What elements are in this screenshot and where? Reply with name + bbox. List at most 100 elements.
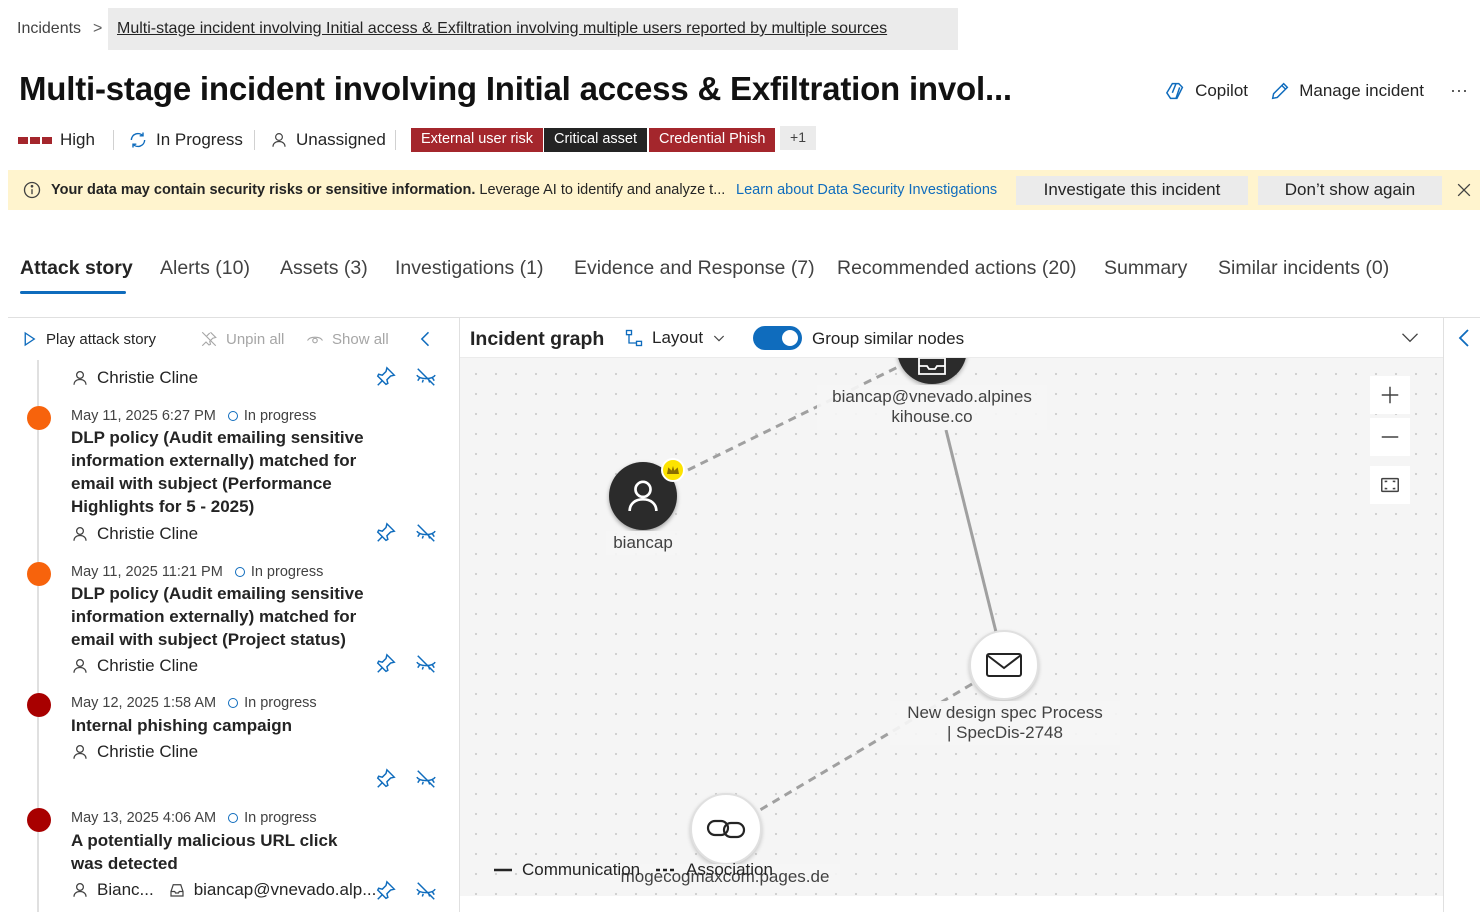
incident-graph[interactable]: Incident graph Layout Group similar node… [460,318,1443,896]
active-tab-indicator [20,291,126,294]
mailbox-node-label: biancap@vnevado.alpines kihouse.co [817,385,1047,430]
alert-timestamp: May 12, 2025 1:58 AM [71,695,217,711]
tab-similar-incidents[interactable]: Similar incidents (0) [1218,257,1389,280]
pencil-icon [1271,82,1289,100]
legend-communication: Communication [494,860,640,880]
hide-icon[interactable] [415,880,437,902]
chevron-down-icon [713,335,725,342]
pin-icon[interactable] [375,880,397,902]
hide-icon[interactable] [415,653,437,675]
layout-label: Layout [652,328,704,347]
tab-alerts[interactable]: Alerts (10) [160,257,250,280]
alert-title[interactable]: DLP policy (Audit emailing sensitive inf… [71,426,371,518]
alert-user: Christie Cline [71,656,198,676]
dont-show-again-button[interactable]: Don’t show again [1258,176,1442,205]
fit-screen-icon [1381,477,1399,493]
severity-dot [27,693,51,717]
hide-icon[interactable] [415,768,437,790]
show-all-label: Show all [332,330,389,348]
pin-icon[interactable] [375,768,397,790]
alert-user-name: Bianc... [97,880,154,899]
assignee-dropdown[interactable]: Unassigned [270,126,386,154]
alert-user: Bianc... biancap@vnevado.alp... [71,880,376,900]
investigate-incident-button[interactable]: Investigate this incident [1016,176,1248,205]
tab-evidence-response[interactable]: Evidence and Response (7) [574,257,815,280]
layout-dropdown[interactable]: Layout [624,328,727,348]
manage-incident-label: Manage incident [1299,81,1424,100]
tab-assets[interactable]: Assets (3) [280,257,368,280]
chevron-down-icon[interactable] [1400,330,1420,346]
details-pane-rail [1443,318,1480,912]
refresh-icon [130,132,146,148]
tab-recommended-actions[interactable]: Recommended actions (20) [837,257,1077,280]
alert-actions [375,366,445,388]
link-icon [706,819,746,839]
collapse-panel-chevron-icon[interactable] [416,329,436,349]
more-tags-badge[interactable]: +1 [780,126,816,150]
alert-meta: May 13, 2025 4:06 AM In progress [71,810,317,826]
alert-status: In progress [244,810,317,826]
tab-summary[interactable]: Summary [1104,257,1187,280]
email-node[interactable] [969,630,1039,700]
in-progress-icon [228,813,239,823]
alert-title[interactable]: Internal phishing campaign [71,714,371,737]
tab-investigations[interactable]: Investigations (1) [395,257,544,280]
banner-body-text: Leverage AI to identify and analyze t... [475,182,726,198]
layout-icon [625,329,643,347]
status-dropdown[interactable]: In Progress [128,126,243,154]
incident-tabs: Attack story Alerts (10) Assets (3) Inve… [0,250,1480,298]
alert-actions [375,653,445,675]
pin-icon[interactable] [375,522,397,544]
group-similar-nodes-toggle[interactable] [753,326,802,350]
mailbox-icon [170,884,184,897]
show-all-button[interactable]: Show all [306,330,389,348]
data-security-banner: Your data may contain security risks or … [8,170,1480,210]
email-node-label-line2: | SpecDis-2748 [947,723,1063,742]
tag-external-user-risk[interactable]: External user risk [411,128,544,152]
fit-to-screen-button[interactable] [1370,466,1410,504]
breadcrumb-current[interactable]: Multi-stage incident involving Initial a… [108,8,958,50]
banner-bold-text: Your data may contain security risks or … [51,182,476,198]
play-attack-story-button[interactable]: Play attack story [20,330,156,348]
alert-actions [375,768,445,790]
hide-icon[interactable] [415,522,437,544]
solid-line-icon [494,868,512,872]
tag-critical-asset[interactable]: Critical asset [544,128,647,152]
legend-association-label: Association [686,860,773,879]
manage-incident-button[interactable]: Manage incident [1269,80,1424,102]
alerts-toolbar: Play attack story Unpin all Show all [8,318,459,360]
alert-meta: May 11, 2025 11:21 PM In progress [71,564,323,580]
dashed-line-icon [656,868,676,872]
url-node[interactable] [690,793,762,865]
more-options-button[interactable]: ··· [1450,80,1468,101]
severity-dot [27,406,51,430]
crown-badge [661,458,685,482]
tab-attack-story[interactable]: Attack story [20,257,133,280]
pin-icon[interactable] [375,366,397,388]
alert-user: Christie Cline [71,524,198,544]
close-icon[interactable] [1454,180,1474,200]
zoom-in-button[interactable] [1370,376,1410,414]
alert-title[interactable]: DLP policy (Audit emailing sensitive inf… [71,582,371,651]
alert-timestamp: May 13, 2025 4:06 AM [71,810,217,826]
alert-mailbox: biancap@vnevado.alp... [193,880,377,899]
copilot-button[interactable]: Copilot [1165,80,1248,102]
tag-credential-phish[interactable]: Credential Phish [649,128,776,152]
pin-icon[interactable] [375,653,397,675]
hide-icon[interactable] [415,366,437,388]
user-node-label: biancap [606,531,680,555]
legend-association: Association [656,860,773,880]
alert-user-name: Christie Cline [97,656,199,675]
zoom-out-button[interactable] [1370,418,1410,456]
breadcrumb-incidents-link[interactable]: Incidents [17,20,81,38]
in-progress-icon [228,698,239,708]
expand-details-chevron-icon[interactable] [1456,328,1472,348]
alert-user-name: Christie Cline [97,368,199,387]
learn-dsi-link[interactable]: Learn about Data Security Investigations [736,182,997,198]
unpin-all-button[interactable]: Unpin all [200,330,284,348]
person-icon [73,526,87,541]
communication-edge [944,429,998,633]
alert-title[interactable]: A potentially malicious URL click was de… [71,829,371,875]
alert-user-name: Christie Cline [97,524,199,543]
alert-timestamp: May 11, 2025 6:27 PM [71,408,216,424]
